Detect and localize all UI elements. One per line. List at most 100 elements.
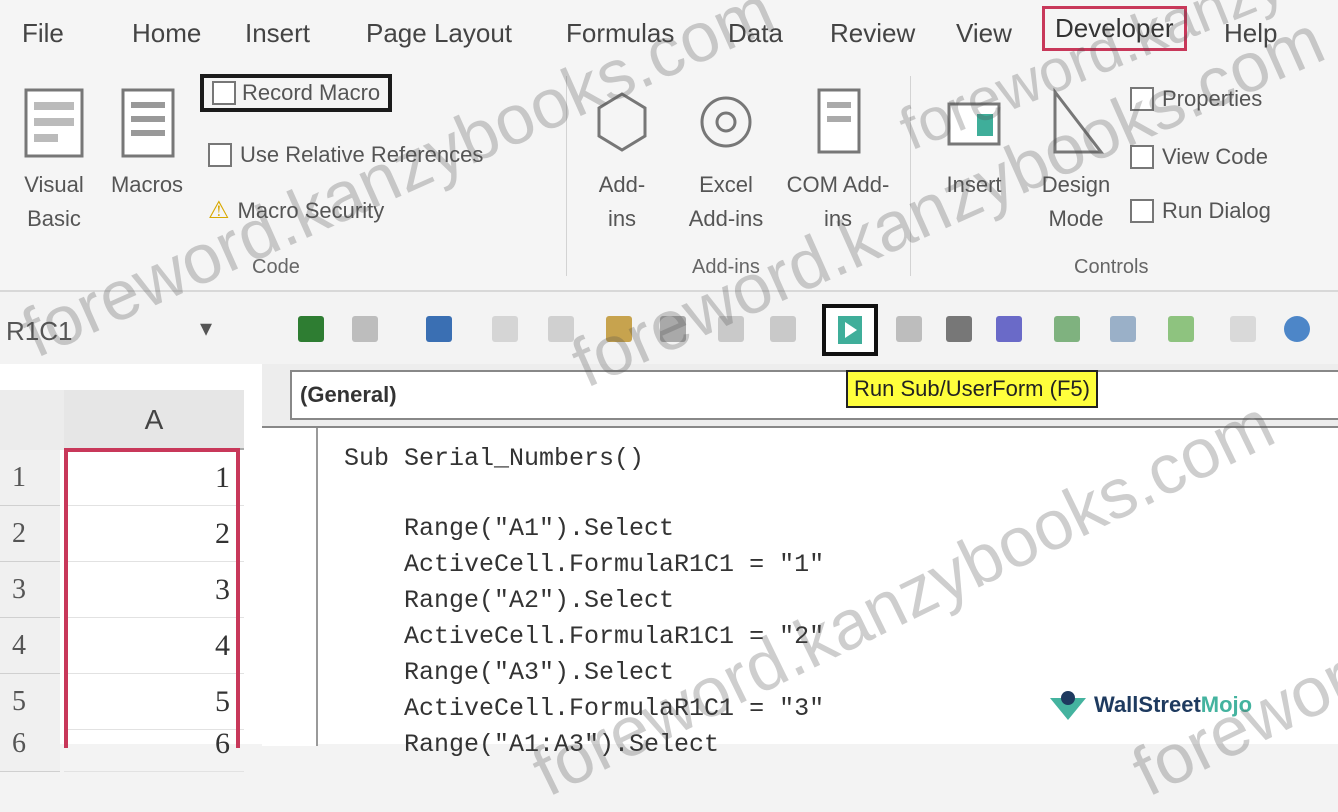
tab-review[interactable]: Review: [830, 18, 915, 49]
name-box[interactable]: R1C1: [6, 316, 72, 347]
macros-button[interactable]: Macros: [104, 76, 190, 202]
row-header[interactable]: 2: [0, 506, 60, 562]
visual-basic-label: Visual Basic: [24, 172, 84, 231]
help-icon[interactable]: [1284, 316, 1310, 342]
code-line: ActiveCell.FormulaR1C1 = "3": [344, 694, 825, 723]
undo-icon[interactable]: [718, 316, 744, 342]
design-mode-label: Design Mode: [1041, 172, 1111, 231]
tab-view[interactable]: View: [956, 18, 1012, 49]
chevron-down-icon[interactable]: ▾: [200, 314, 212, 343]
view-code-button[interactable]: View Code: [1130, 144, 1268, 170]
column-header-a[interactable]: A: [64, 390, 244, 450]
use-relative-references-button[interactable]: Use Relative References: [208, 142, 483, 168]
macro-security-label: Macro Security: [237, 197, 385, 223]
record-macro-button[interactable]: Record Macro: [200, 74, 393, 112]
code-margin: [262, 428, 318, 746]
run-tooltip: Run Sub/UserForm (F5): [846, 370, 1098, 408]
com-addins-label: COM Add-ins: [786, 172, 890, 231]
logo-icon: [1050, 691, 1086, 720]
tab-home[interactable]: Home: [132, 18, 201, 49]
group-label-controls: Controls: [1074, 256, 1149, 278]
design-mode-button[interactable]: Design Mode: [1026, 76, 1126, 236]
group-divider: [566, 76, 567, 276]
play-icon: [838, 316, 862, 344]
tab-insert[interactable]: Insert: [245, 18, 310, 49]
ruler-triangle-icon: [1053, 87, 1105, 154]
tab-page-layout[interactable]: Page Layout: [366, 18, 512, 49]
redo-icon[interactable]: [770, 316, 796, 342]
code-line: Range("A1:A3").Select: [344, 730, 720, 759]
design-mode-icon[interactable]: [996, 316, 1022, 342]
paste-icon[interactable]: [606, 316, 632, 342]
view-code-label: View Code: [1162, 144, 1268, 169]
run-dialog-icon: [1130, 199, 1154, 223]
row-header[interactable]: 6: [0, 716, 60, 772]
copy-icon[interactable]: [548, 316, 574, 342]
insert-control-button[interactable]: Insert: [930, 76, 1018, 202]
macro-security-button[interactable]: ⚠ Macro Security: [208, 196, 384, 225]
warning-icon: ⚠: [208, 197, 230, 224]
com-addins-icon: [817, 88, 861, 154]
run-dialog-label: Run Dialog: [1162, 198, 1271, 223]
properties-icon: [1130, 87, 1154, 111]
com-addins-button[interactable]: COM Add-ins: [786, 76, 890, 236]
tab-developer[interactable]: Developer: [1042, 6, 1187, 51]
wallstreetmojo-logo: WallStreetMojo: [1050, 690, 1252, 720]
menu-bar: File Home Insert Page Layout Formulas Da…: [0, 0, 1338, 70]
logo-main: WallStreet: [1094, 692, 1201, 717]
group-divider: [910, 76, 911, 276]
visual-basic-button[interactable]: Visual Basic: [14, 76, 94, 236]
insert-control-label: Insert: [946, 172, 1002, 197]
macros-icon: [121, 88, 175, 158]
code-line: Sub Serial_Numbers(): [344, 444, 645, 473]
visual-basic-icon: [24, 88, 84, 158]
cut-icon[interactable]: [492, 316, 518, 342]
run-dialog-button[interactable]: Run Dialog: [1130, 198, 1271, 224]
worksheet-grid: A 1 1 2 2 3 3 4 4 5 5 6 6: [0, 364, 262, 772]
code-line: ActiveCell.FormulaR1C1 = "2": [344, 622, 825, 651]
addins-button[interactable]: Add-ins: [582, 76, 662, 236]
ribbon-developer: Visual Basic Macros Record Macro Use Rel…: [0, 70, 1338, 292]
break-icon[interactable]: [896, 316, 922, 342]
tab-help[interactable]: Help: [1224, 18, 1277, 49]
properties-label: Properties: [1162, 86, 1263, 111]
row-header[interactable]: 4: [0, 618, 60, 674]
object-dropdown[interactable]: (General): [290, 370, 1338, 420]
find-icon[interactable]: [660, 316, 686, 342]
toolbox-toggle-icon[interactable]: [1230, 316, 1256, 342]
object-browser-icon[interactable]: [1168, 316, 1194, 342]
tab-file[interactable]: File: [22, 18, 64, 49]
group-label-code: Code: [252, 256, 300, 278]
excel-addins-button[interactable]: Excel Add-ins: [676, 76, 776, 236]
record-macro-icon: [212, 81, 236, 105]
record-macro-label: Record Macro: [242, 80, 381, 105]
run-sub-userform-button[interactable]: [822, 304, 878, 356]
reset-icon[interactable]: [946, 316, 972, 342]
code-line: Range("A3").Select: [344, 658, 675, 687]
use-relative-label: Use Relative References: [240, 142, 484, 167]
row-header[interactable]: 3: [0, 562, 60, 618]
record-macro-highlight: Record Macro: [200, 74, 393, 112]
excel-view-icon[interactable]: [298, 316, 324, 342]
selection-highlight: [64, 448, 240, 748]
project-explorer-icon[interactable]: [1054, 316, 1080, 342]
save-icon[interactable]: [426, 316, 452, 342]
gear-icon: [700, 96, 752, 148]
logo-highlight: Mojo: [1200, 692, 1253, 717]
properties-button[interactable]: Properties: [1130, 86, 1262, 112]
properties-window-icon[interactable]: [1110, 316, 1136, 342]
view-code-icon: [1130, 145, 1154, 169]
group-label-addins: Add-ins: [692, 256, 760, 278]
code-line: Range("A1").Select: [344, 514, 675, 543]
select-all-corner[interactable]: [0, 390, 64, 450]
code-line: Range("A2").Select: [344, 586, 675, 615]
addins-icon: [597, 92, 647, 152]
logo-text: WallStreetMojo: [1094, 692, 1252, 718]
relative-references-icon: [208, 143, 232, 167]
excel-addins-label: Excel Add-ins: [688, 172, 764, 231]
insert-userform-icon[interactable]: [352, 316, 378, 342]
code-line: ActiveCell.FormulaR1C1 = "1": [344, 550, 825, 579]
tab-formulas[interactable]: Formulas: [566, 18, 674, 49]
row-header[interactable]: 1: [0, 450, 60, 506]
tab-data[interactable]: Data: [728, 18, 783, 49]
